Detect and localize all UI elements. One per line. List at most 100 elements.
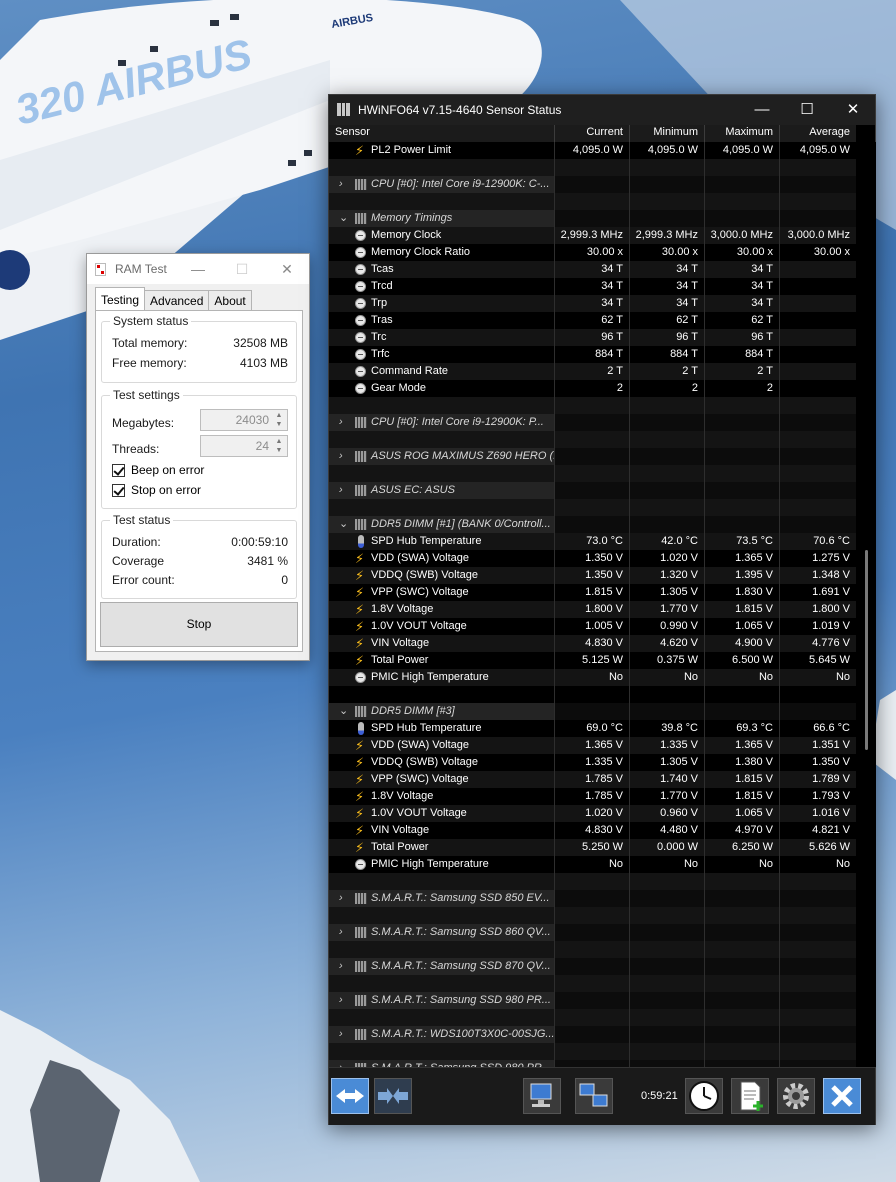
sensor-row[interactable]: Trp 34 T 34 T 34 T [329, 295, 856, 312]
sensor-row[interactable]: ⚡ Total Power 5.250 W 0.000 W 6.250 W 5.626 W [329, 839, 856, 856]
network-computer-icon[interactable] [523, 1078, 561, 1114]
threads-input[interactable]: 24 ▲ ▼ [200, 435, 288, 457]
spin-arrows-icon[interactable]: ▲ ▼ [273, 411, 285, 429]
tab-about[interactable]: About [208, 290, 252, 310]
expand-arrows-icon[interactable] [331, 1078, 369, 1114]
sensor-row[interactable]: ⚡ Total Power 5.125 W 0.375 W 6.500 W 5.645 W [329, 652, 856, 669]
duration-value: 0:00:59:10 [231, 535, 288, 549]
chevron-right-icon[interactable]: › [339, 1060, 343, 1067]
sensor-group-row[interactable]: ›S.M.A.R.T.: Samsung SSD 980 PR... [329, 992, 856, 1009]
maximize-icon[interactable]: ☐ [231, 259, 253, 279]
sensor-row[interactable]: Tras 62 T 62 T 62 T [329, 312, 856, 329]
chevron-right-icon[interactable]: › [339, 482, 343, 499]
sensor-row[interactable]: Memory Clock Ratio 30.00 x 30.00 x 30.00 x3… [329, 244, 856, 261]
settings-gear-icon[interactable] [777, 1078, 815, 1114]
hwinfo-titlebar[interactable]: HWiNFO64 v7.15-4640 Sensor Status — ☐ ✕ [329, 95, 875, 125]
voltage-bolt-icon: ⚡ [355, 772, 365, 787]
sensor-row[interactable]: SPD Hub Temperature 69.0 °C 39.8 °C 69.3 °C… [329, 720, 856, 737]
sensor-row[interactable]: PMIC High Temperature No No No No [329, 669, 856, 686]
minimum-value: 884 T [630, 346, 705, 363]
close-icon[interactable]: ✕ [276, 259, 298, 279]
sensor-group-row[interactable]: ⌄ DDR5 DIMM [#3] [329, 703, 856, 720]
collapse-arrows-icon[interactable] [374, 1078, 412, 1114]
sensor-group-row[interactable]: › S.M.A.R.T.: Samsung SSD 870 QV... [329, 958, 856, 975]
average-value [780, 703, 856, 720]
sensor-group-row[interactable]: › ASUS ROG MAXIMUS Z690 HERO (... [329, 448, 856, 465]
sensor-list[interactable]: ⚡ PL2 Power Limit 4,095.0 W 4,095.0 W 4,095.… [329, 142, 856, 1067]
sensor-row[interactable]: ⚡ VDDQ (SWB) Voltage 1.335 V 1.305 V 1.380 V… [329, 754, 856, 771]
maximum-value [705, 1026, 780, 1043]
chevron-right-icon[interactable]: › [339, 924, 343, 941]
tab-testing[interactable]: Testing [95, 287, 146, 310]
tab-advanced[interactable]: Advanced [144, 290, 210, 310]
sensor-row[interactable]: ⚡ VPP (SWC) Voltage 1.785 V 1.740 V 1.815 V 1… [329, 771, 856, 788]
close-icon[interactable]: ✕ [838, 98, 868, 122]
chevron-down-icon[interactable]: ⌄ [339, 703, 348, 720]
checkbox-checked-icon[interactable] [112, 463, 125, 477]
chevron-right-icon[interactable]: › [339, 958, 343, 975]
col-sensor[interactable]: Sensor [329, 125, 555, 142]
sensor-row[interactable]: ⚡ VDD (SWA) Voltage 1.365 V 1.335 V 1.365 V 1… [329, 737, 856, 754]
sensor-row[interactable]: ⚡ VPP (SWC) Voltage 1.815 V 1.305 V 1.830 V 1… [329, 584, 856, 601]
stop-button[interactable]: Stop [100, 602, 298, 647]
sensor-row[interactable]: ⚡ 1.8V Voltage 1.785 V 1.770 V 1.815 V 1.793 … [329, 788, 856, 805]
sensor-row[interactable]: ⚡ 1.0V VOUT Voltage 1.005 V 0.990 V 1.065 V 1… [329, 618, 856, 635]
close-x-icon[interactable] [823, 1078, 861, 1114]
add-report-icon[interactable] [731, 1078, 769, 1114]
maximum-value: 4,095.0 W [705, 142, 780, 159]
sensor-row[interactable]: ⚡ VDDQ (SWB) Voltage 1.350 V 1.320 V 1.395 V… [329, 567, 856, 584]
sensor-group-row[interactable]: › CPU [#0]: Intel Core i9-12900K: P... [329, 414, 856, 431]
sensor-row[interactable]: Memory Clock 2,999.3 MHz 2,999.3 MHz 3,000.… [329, 227, 856, 244]
sensor-name: 1.8V Voltage [371, 603, 434, 615]
megabytes-input[interactable]: 24030 ▲ ▼ [200, 409, 288, 431]
col-average[interactable]: Average [780, 125, 856, 142]
sensor-group-row[interactable]: ⌄ DDR5 DIMM [#1] (BANK 0/Controll... [329, 516, 856, 533]
maximum-value [705, 1060, 780, 1067]
chevron-right-icon[interactable]: › [339, 992, 343, 1009]
minimize-icon[interactable]: — [187, 259, 209, 279]
sensor-row[interactable]: Tcas 34 T 34 T 34 T [329, 261, 856, 278]
scrollbar-thumb[interactable] [865, 550, 868, 750]
sensor-row[interactable]: ⚡ 1.0V VOUT Voltage 1.020 V 0.960 V 1.065 V 1… [329, 805, 856, 822]
sensor-row[interactable]: PMIC High Temperature No No No No [329, 856, 856, 873]
sensor-group-row[interactable]: › S.M.A.R.T.: Samsung SSD 860 QV... [329, 924, 856, 941]
chevron-down-icon[interactable]: ⌄ [339, 516, 348, 533]
col-current[interactable]: Current [555, 125, 630, 142]
sensor-group-row[interactable]: › S.M.A.R.T.: Samsung SSD 850 EV... [329, 890, 856, 907]
clock-icon[interactable] [685, 1078, 723, 1114]
sensor-group-row[interactable]: › ASUS EC: ASUS [329, 482, 856, 499]
sensor-row[interactable]: Trfc 884 T 884 T 884 T [329, 346, 856, 363]
col-maximum[interactable]: Maximum [705, 125, 780, 142]
sensor-row[interactable]: SPD Hub Temperature 73.0 °C 42.0 °C 73.5 °C… [329, 533, 856, 550]
chevron-right-icon[interactable]: › [339, 414, 343, 431]
sensor-group-row[interactable]: › S.M.A.R.T.: WDS100T3X0C-00SJG... [329, 1026, 856, 1043]
sensor-group-row[interactable]: ›S.M.A.R.T.: Samsung SSD 980 PR... [329, 1060, 856, 1067]
chevron-right-icon[interactable]: › [339, 890, 343, 907]
chevron-right-icon[interactable]: › [339, 448, 343, 465]
current-value [555, 397, 630, 414]
sensor-row[interactable]: Gear Mode 2 2 2 [329, 380, 856, 397]
sensor-group-row[interactable]: ⌄ Memory Timings [329, 210, 856, 227]
sensor-row[interactable]: Command Rate 2 T2 T2 T [329, 363, 856, 380]
sensor-row[interactable]: Trc 96 T 96 T 96 T [329, 329, 856, 346]
chevron-right-icon[interactable]: › [339, 1026, 343, 1043]
sensor-row[interactable]: ⚡ PL2 Power Limit 4,095.0 W 4,095.0 W 4,095.… [329, 142, 856, 159]
minimize-icon[interactable]: — [747, 98, 777, 122]
sensor-row[interactable]: Trcd 34 T 34 T 34 T [329, 278, 856, 295]
spin-arrows-icon[interactable]: ▲ ▼ [273, 437, 285, 455]
sensor-group-row[interactable]: › CPU [#0]: Intel Core i9-12900K: C-... [329, 176, 856, 193]
ramtest-titlebar[interactable]: RAM Test — ☐ ✕ [87, 254, 309, 284]
maximize-icon[interactable]: ☐ [792, 98, 822, 122]
sensor-row[interactable]: ⚡ VIN Voltage 4.830 V 4.620 V 4.900 V 4.776 V [329, 635, 856, 652]
scrollbar[interactable] [858, 142, 876, 1067]
sensor-row[interactable]: ⚡ VDD (SWA) Voltage 1.350 V 1.020 V 1.365 V 1… [329, 550, 856, 567]
computers-link-icon[interactable] [575, 1078, 613, 1114]
checkbox-checked-icon[interactable] [112, 483, 125, 497]
sensor-row[interactable]: ⚡ 1.8V Voltage 1.800 V 1.770 V 1.815 V 1.800 … [329, 601, 856, 618]
sensor-row[interactable]: ⚡ VIN Voltage 4.830 V 4.480 V 4.970 V 4.821 V [329, 822, 856, 839]
beep-on-error-checkbox[interactable]: Beep on error [112, 462, 204, 478]
col-minimum[interactable]: Minimum [630, 125, 705, 142]
chevron-down-icon[interactable]: ⌄ [339, 210, 348, 227]
chevron-right-icon[interactable]: › [339, 176, 343, 193]
stop-on-error-checkbox[interactable]: Stop on error [112, 482, 201, 498]
